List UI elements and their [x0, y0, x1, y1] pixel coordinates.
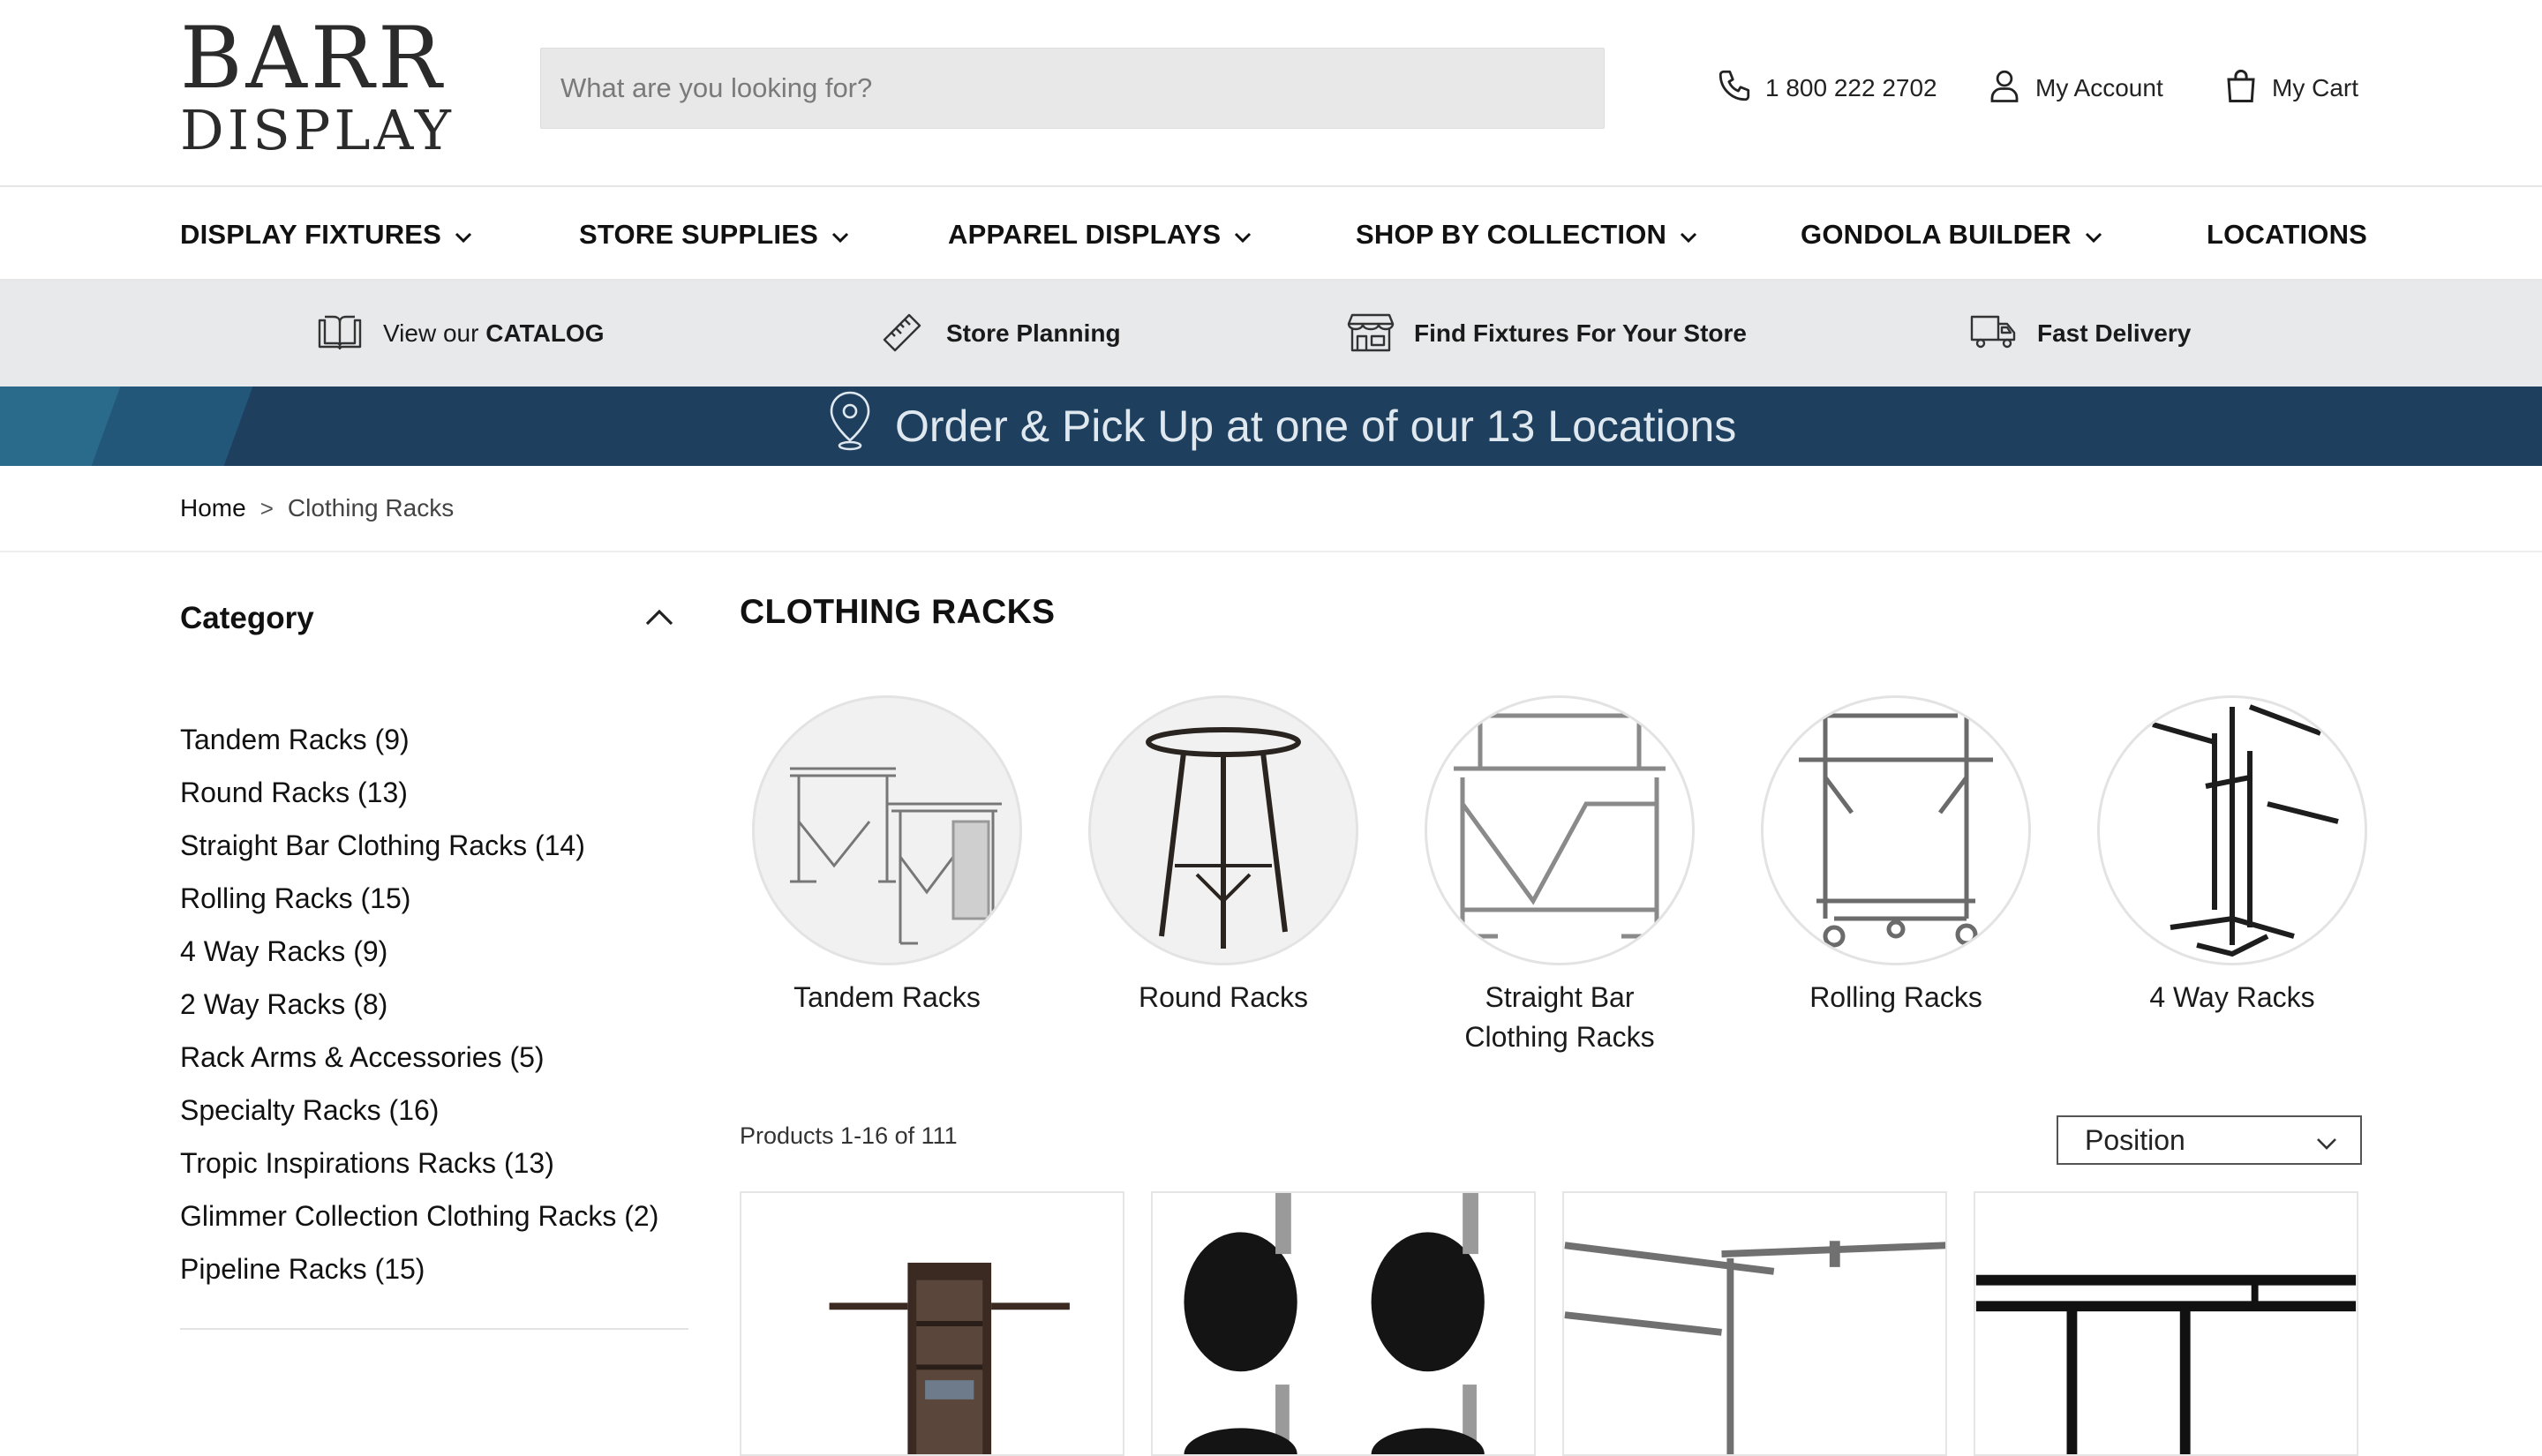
phone-icon	[1716, 67, 1753, 110]
nav-store-supplies[interactable]: STORE SUPPLIES	[579, 215, 850, 254]
map-pin-icon	[826, 389, 874, 463]
logo-line-2: DISPLAY	[180, 98, 455, 162]
chevron-down-icon	[2316, 1124, 2337, 1157]
breadcrumb: Home > Clothing Racks	[180, 491, 454, 526]
subcategory-4-way-racks[interactable]: 4 Way Racks	[2095, 695, 2369, 1017]
find-fixtures-label: Find Fixtures For Your Store	[1414, 319, 1748, 347]
nav-display-fixtures[interactable]: DISPLAY FIXTURES	[180, 215, 473, 254]
nav-label: GONDOLA BUILDER	[1801, 219, 2072, 250]
view-catalog-link[interactable]: View our CATALOG	[316, 281, 605, 387]
chevron-down-icon	[831, 219, 850, 251]
category-item-rack-arms[interactable]: Rack Arms & Accessories (5)	[180, 1031, 710, 1084]
breadcrumb-home[interactable]: Home	[180, 494, 246, 522]
sort-by-select[interactable]: Position	[2057, 1115, 2362, 1165]
category-item-straight-bar[interactable]: Straight Bar Clothing Racks (14)	[180, 819, 710, 872]
category-item-2-way-racks[interactable]: 2 Way Racks (8)	[180, 978, 710, 1031]
my-account-label: My Account	[2035, 74, 2163, 101]
subcategory-label: Rolling Racks	[1809, 981, 1982, 1013]
nav-label: STORE SUPPLIES	[579, 219, 818, 250]
barr-display-logo[interactable]: BARR DISPLAY	[180, 9, 455, 162]
site-header: BARR DISPLAY 1 800 222 2702 My Account M…	[0, 0, 2542, 187]
bag-icon	[2222, 67, 2260, 110]
fast-delivery-link[interactable]: Fast Delivery	[1970, 281, 2191, 387]
page-title: CLOTHING RACKS	[740, 593, 1056, 631]
category-heading: Category	[180, 601, 314, 635]
breadcrumb-current: Clothing Racks	[287, 494, 455, 522]
subcategory-label: Clothing Racks	[1464, 1021, 1655, 1053]
product-image	[1184, 1193, 1485, 1454]
subcategory-rolling-racks[interactable]: Rolling Racks	[1759, 695, 2033, 1017]
nav-label: LOCATIONS	[2207, 219, 2368, 250]
subcategory-label: Tandem Racks	[793, 981, 981, 1013]
product-image	[829, 1262, 1070, 1454]
catalog-label: CATALOG	[485, 319, 605, 347]
chevron-down-icon	[1233, 219, 1252, 251]
chevron-up-icon	[644, 607, 688, 631]
promo-text: Order & Pick Up at one of our 13 Locatio…	[895, 402, 1737, 451]
subcategory-straight-bar[interactable]: Straight Bar Clothing Racks	[1423, 695, 1696, 1057]
category-list: Tandem Racks (9) Round Racks (13) Straig…	[180, 713, 710, 1295]
category-item-round-racks[interactable]: Round Racks (13)	[180, 766, 710, 819]
four-way-racks-image	[2097, 695, 2367, 965]
nav-label: DISPLAY FIXTURES	[180, 219, 442, 250]
divider	[0, 551, 2542, 552]
subcategory-tandem-racks[interactable]: Tandem Racks	[750, 695, 1024, 1017]
category-item-glimmer-collection[interactable]: Glimmer Collection Clothing Racks (2)	[180, 1190, 710, 1242]
nav-gondola-builder[interactable]: GONDOLA BUILDER	[1801, 215, 2103, 254]
phone-number: 1 800 222 2702	[1765, 74, 1937, 101]
ruler-icon	[879, 310, 927, 358]
truck-icon	[1970, 310, 2018, 358]
product-card[interactable]	[1562, 1191, 1947, 1456]
main-navigation: DISPLAY FIXTURES STORE SUPPLIES APPAREL …	[0, 189, 2542, 281]
product-card[interactable]	[1974, 1191, 2358, 1456]
straight-bar-racks-image	[1425, 695, 1695, 965]
sort-selected-value: Position	[2085, 1123, 2185, 1156]
category-item-4-way-racks[interactable]: 4 Way Racks (9)	[180, 925, 710, 978]
category-item-tropic-inspirations[interactable]: Tropic Inspirations Racks (13)	[180, 1137, 710, 1190]
chevron-down-icon	[1679, 219, 1698, 251]
subcategory-label: Straight Bar	[1485, 981, 1635, 1013]
nav-shop-by-collection[interactable]: SHOP BY COLLECTION	[1356, 215, 1698, 254]
nav-label: SHOP BY COLLECTION	[1356, 219, 1667, 250]
rolling-racks-image	[1761, 695, 2031, 965]
my-cart-link[interactable]: My Cart	[2222, 65, 2358, 111]
product-card[interactable]	[1151, 1191, 1536, 1456]
banner-decoration	[91, 387, 253, 466]
product-card[interactable]	[740, 1191, 1124, 1456]
my-account-link[interactable]: My Account	[1986, 65, 2163, 111]
tandem-racks-image	[752, 695, 1022, 965]
product-count: Products 1-16 of 111	[740, 1122, 958, 1149]
divider	[180, 1328, 688, 1330]
store-planning-label: Store Planning	[946, 319, 1121, 347]
fast-delivery-label: Fast Delivery	[2037, 319, 2192, 347]
nav-locations[interactable]: LOCATIONS	[2207, 215, 2367, 254]
my-cart-label: My Cart	[2272, 74, 2358, 101]
subcategory-label: 4 Way Racks	[2149, 981, 2315, 1013]
store-planning-link[interactable]: Store Planning	[879, 281, 1121, 387]
category-item-pipeline-racks[interactable]: Pipeline Racks (15)	[180, 1242, 710, 1295]
book-icon	[316, 310, 364, 358]
round-racks-image	[1088, 695, 1358, 965]
nav-label: APPAREL DISPLAYS	[948, 219, 1222, 250]
category-item-tandem-racks[interactable]: Tandem Racks (9)	[180, 713, 710, 766]
feature-bar: View our CATALOG Store Planning Find Fix…	[0, 281, 2542, 387]
subcategory-label: Round Racks	[1138, 981, 1309, 1013]
logo-line-1: BARR	[180, 9, 446, 108]
chevron-down-icon	[454, 219, 473, 251]
catalog-prefix: View our	[383, 319, 479, 347]
locations-promo-banner[interactable]: Order & Pick Up at one of our 13 Locatio…	[0, 387, 2542, 466]
category-item-specialty-racks[interactable]: Specialty Racks (16)	[180, 1084, 710, 1137]
storefront-icon	[1347, 310, 1395, 358]
chevron-down-icon	[2084, 219, 2103, 251]
search-input[interactable]	[540, 48, 1605, 129]
find-fixtures-link[interactable]: Find Fixtures For Your Store	[1347, 281, 1747, 387]
breadcrumb-separator: >	[259, 494, 274, 522]
category-item-rolling-racks[interactable]: Rolling Racks (15)	[180, 872, 710, 925]
phone-link[interactable]: 1 800 222 2702	[1716, 65, 1937, 111]
subcategory-round-racks[interactable]: Round Racks	[1087, 695, 1360, 1017]
user-icon	[1986, 67, 2023, 110]
category-filter-toggle[interactable]: Category	[180, 597, 688, 641]
nav-apparel-displays[interactable]: APPAREL DISPLAYS	[948, 215, 1252, 254]
